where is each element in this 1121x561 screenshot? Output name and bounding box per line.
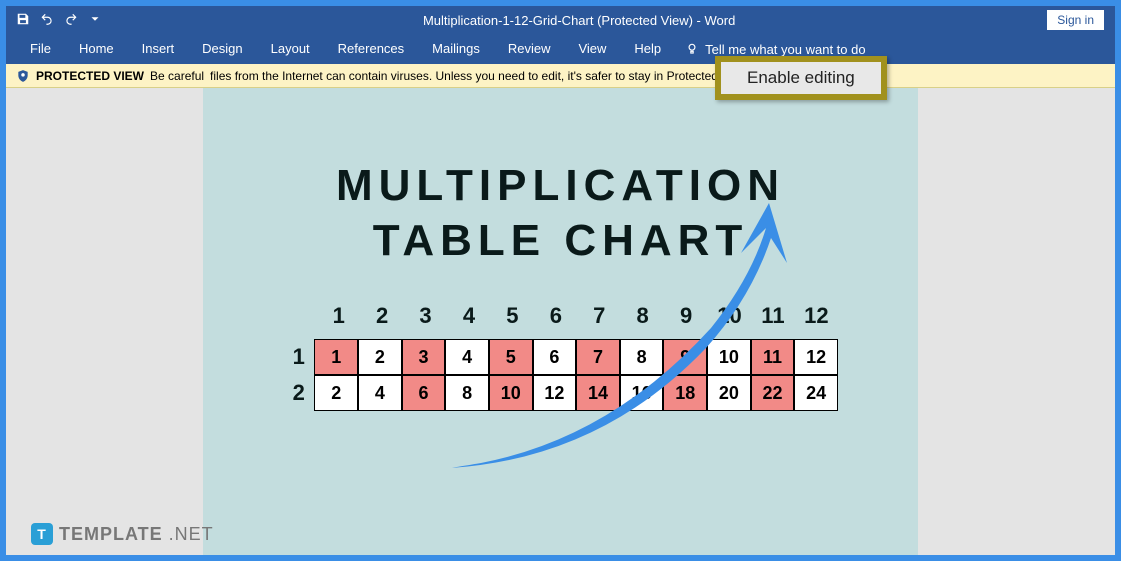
table-cell: 6 bbox=[402, 375, 446, 411]
tab-insert[interactable]: Insert bbox=[128, 34, 189, 64]
table-cell: 16 bbox=[620, 375, 664, 411]
tell-me-search[interactable]: Tell me what you want to do bbox=[675, 42, 865, 57]
table-cell: 3 bbox=[402, 339, 446, 375]
logo-text: TEMPLATE bbox=[59, 524, 163, 545]
quick-access-toolbar bbox=[6, 12, 112, 29]
table-cell: 10 bbox=[489, 375, 533, 411]
logo-suffix: .NET bbox=[169, 524, 214, 545]
multiplication-table: 123456789101112 112345678910111222468101… bbox=[203, 303, 918, 411]
tab-help[interactable]: Help bbox=[620, 34, 675, 64]
tab-mailings[interactable]: Mailings bbox=[418, 34, 494, 64]
tab-file[interactable]: File bbox=[16, 34, 65, 64]
window-title: Multiplication-1-12-Grid-Chart (Protecte… bbox=[112, 13, 1046, 28]
table-cell: 22 bbox=[751, 375, 795, 411]
template-net-logo: T TEMPLATE .NET bbox=[31, 523, 214, 545]
app-frame: Multiplication-1-12-Grid-Chart (Protecte… bbox=[5, 5, 1116, 556]
table-cell: 9 bbox=[663, 339, 707, 375]
table-rows: 1123456789101112224681012141618202224 bbox=[283, 339, 838, 411]
table-cell: 11 bbox=[751, 339, 795, 375]
column-header: 4 bbox=[447, 303, 490, 329]
table-cell: 8 bbox=[620, 339, 664, 375]
table-cell: 12 bbox=[794, 339, 838, 375]
enable-editing-button[interactable]: Enable editing bbox=[715, 56, 887, 100]
table-cell: 2 bbox=[314, 375, 358, 411]
ribbon-tabs: File Home Insert Design Layout Reference… bbox=[6, 34, 1115, 64]
tab-review[interactable]: Review bbox=[494, 34, 565, 64]
table-cell: 14 bbox=[576, 375, 620, 411]
table-cell: 12 bbox=[533, 375, 577, 411]
table-cell: 6 bbox=[533, 339, 577, 375]
document-viewport[interactable]: MULTIPLICATION TABLE CHART 1234567891011… bbox=[6, 88, 1115, 555]
table-cell: 10 bbox=[707, 339, 751, 375]
column-header: 5 bbox=[491, 303, 534, 329]
signin-button[interactable]: Sign in bbox=[1046, 9, 1105, 31]
chevron-down-icon[interactable] bbox=[88, 12, 102, 29]
table-cell: 2 bbox=[358, 339, 402, 375]
table-row: 224681012141618202224 bbox=[283, 375, 838, 411]
tab-layout[interactable]: Layout bbox=[257, 34, 324, 64]
column-header: 2 bbox=[360, 303, 403, 329]
table-cell: 18 bbox=[663, 375, 707, 411]
table-row: 1123456789101112 bbox=[283, 339, 838, 375]
column-header: 10 bbox=[708, 303, 751, 329]
column-header: 9 bbox=[664, 303, 707, 329]
table-cell: 8 bbox=[445, 375, 489, 411]
table-cell: 4 bbox=[358, 375, 402, 411]
redo-icon[interactable] bbox=[64, 12, 78, 29]
tab-home[interactable]: Home bbox=[65, 34, 128, 64]
column-header: 6 bbox=[534, 303, 577, 329]
table-cell: 4 bbox=[445, 339, 489, 375]
lightbulb-icon bbox=[685, 42, 699, 56]
protected-view-bar: PROTECTED VIEW Be careful files from the… bbox=[6, 64, 1115, 88]
row-label: 1 bbox=[283, 344, 314, 370]
title-line-2: TABLE CHART bbox=[203, 213, 918, 268]
column-header: 11 bbox=[751, 303, 794, 329]
tab-references[interactable]: References bbox=[324, 34, 418, 64]
protected-label: PROTECTED VIEW bbox=[36, 69, 144, 83]
row-label: 2 bbox=[283, 380, 314, 406]
column-headers: 123456789101112 bbox=[317, 303, 838, 329]
column-header: 3 bbox=[404, 303, 447, 329]
protected-msg1: Be careful bbox=[150, 69, 204, 83]
title-bar: Multiplication-1-12-Grid-Chart (Protecte… bbox=[6, 6, 1115, 34]
tab-view[interactable]: View bbox=[564, 34, 620, 64]
title-line-1: MULTIPLICATION bbox=[203, 158, 918, 213]
table-cell: 7 bbox=[576, 339, 620, 375]
column-header: 12 bbox=[795, 303, 838, 329]
column-header: 8 bbox=[621, 303, 664, 329]
table-cell: 20 bbox=[707, 375, 751, 411]
tab-design[interactable]: Design bbox=[188, 34, 256, 64]
save-icon[interactable] bbox=[16, 12, 30, 29]
document-title: MULTIPLICATION TABLE CHART bbox=[203, 158, 918, 268]
document-page: MULTIPLICATION TABLE CHART 1234567891011… bbox=[203, 88, 918, 555]
table-cell: 5 bbox=[489, 339, 533, 375]
logo-icon: T bbox=[31, 523, 53, 545]
column-header: 1 bbox=[317, 303, 360, 329]
undo-icon[interactable] bbox=[40, 12, 54, 29]
shield-icon bbox=[16, 69, 30, 83]
table-cell: 1 bbox=[314, 339, 358, 375]
protected-msg2: files from the Internet can contain viru… bbox=[210, 69, 750, 83]
column-header: 7 bbox=[578, 303, 621, 329]
table-cell: 24 bbox=[794, 375, 838, 411]
tell-me-label: Tell me what you want to do bbox=[705, 42, 865, 57]
